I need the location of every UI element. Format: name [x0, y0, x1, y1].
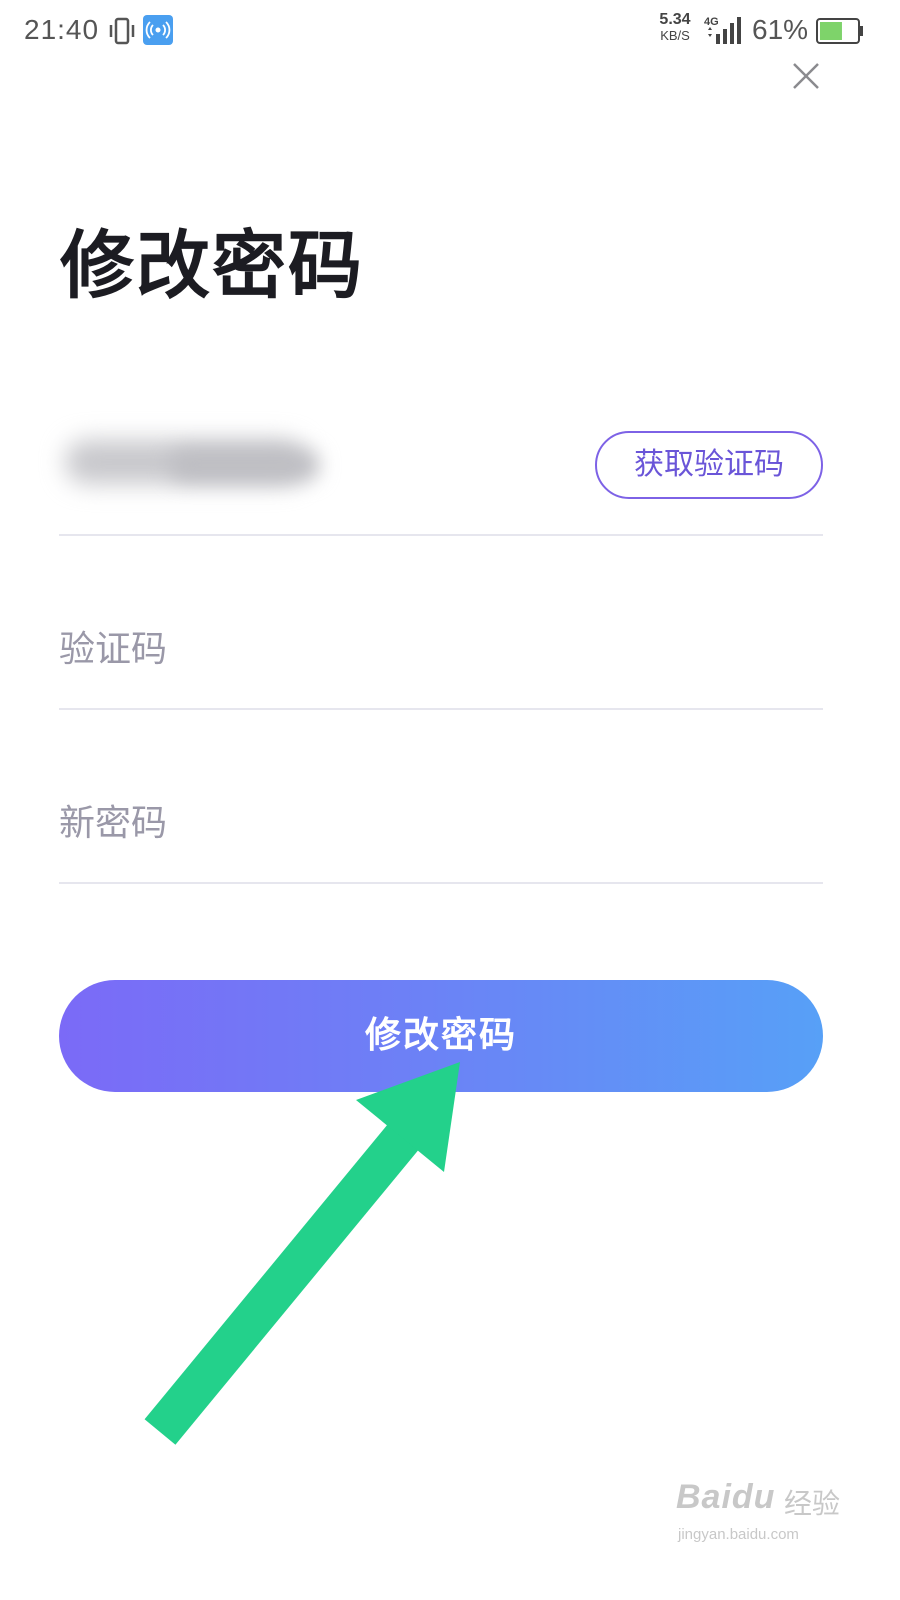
- watermark-brand-suffix: 经验: [784, 1487, 841, 1520]
- watermark-url: jingyan.baidu.com: [678, 1526, 799, 1543]
- network-type-label: 4G: [704, 16, 719, 28]
- phone-number-redacted-part: [169, 450, 319, 480]
- submit-change-password-button[interactable]: 修改密码: [59, 980, 823, 1092]
- annotation-arrow-shaft: [144, 1123, 420, 1445]
- battery-icon: [816, 18, 864, 44]
- phone-field[interactable]: 获取验证码: [59, 400, 823, 536]
- vibrate-icon: [108, 16, 136, 46]
- status-bar: 21:40 5.34 KB/S 4G 61%: [0, 0, 900, 64]
- hotspot-icon: [143, 15, 173, 45]
- signal-icon: 4G: [704, 14, 746, 46]
- watermark: Baidu 经验 jingyan.baidu.com: [676, 1478, 846, 1558]
- get-code-button[interactable]: 获取验证码: [595, 431, 823, 499]
- new-password-field: [59, 764, 823, 884]
- new-password-input[interactable]: [59, 764, 823, 882]
- network-speed-value: 5.34: [659, 11, 691, 28]
- status-time: 21:40: [24, 14, 100, 45]
- battery-percent: 61%: [752, 14, 809, 45]
- page-title: 修改密码: [60, 223, 364, 309]
- verification-code-input[interactable]: [59, 590, 823, 708]
- watermark-brand: Baidu: [676, 1478, 776, 1516]
- network-speed: 5.34 KB/S: [655, 12, 695, 44]
- close-button[interactable]: [788, 58, 824, 94]
- close-icon: [793, 63, 819, 89]
- network-speed-unit: KB/S: [660, 28, 690, 43]
- verification-code-field: [59, 590, 823, 710]
- battery-fill: [820, 22, 842, 40]
